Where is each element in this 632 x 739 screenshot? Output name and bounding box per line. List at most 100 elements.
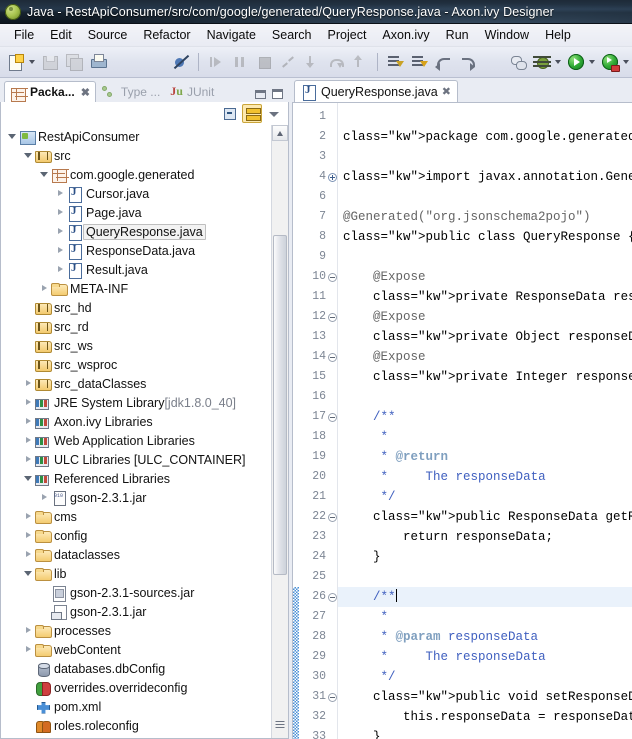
code-line[interactable]: /** [343, 407, 632, 427]
tree-item[interactable]: Cursor.java [1, 184, 271, 203]
tree-item[interactable]: ResponseData.java [1, 241, 271, 260]
external-tools-dropdown-arrow[interactable] [623, 60, 629, 64]
tab-type-hierarchy[interactable]: Type ... [96, 81, 165, 102]
tree-item[interactable]: gson-2.3.1-sources.jar [1, 583, 271, 602]
fold-collapse-icon[interactable] [327, 267, 337, 287]
step-into-button[interactable] [301, 51, 323, 73]
tree-item[interactable]: META-INF [1, 279, 271, 298]
view-menu-button[interactable] [264, 104, 284, 123]
tree-item[interactable]: overrides.overrideconfig [1, 678, 271, 697]
chevron-down-icon[interactable] [21, 476, 35, 481]
code-line[interactable]: class="kw">private ResponseData response… [343, 287, 632, 307]
resume-button[interactable] [205, 51, 227, 73]
chevron-right-icon[interactable] [37, 285, 51, 292]
menu-source[interactable]: Source [80, 25, 136, 45]
link-with-editor-button[interactable] [242, 104, 262, 123]
fold-collapse-icon[interactable] [327, 587, 337, 607]
chevron-right-icon[interactable] [21, 399, 35, 406]
menu-file[interactable]: File [6, 25, 42, 45]
code-line[interactable]: */ [343, 487, 632, 507]
editor-tab-close-icon[interactable]: ✖ [442, 85, 451, 98]
terminate-button[interactable] [253, 51, 275, 73]
tree-item[interactable]: JRE System Library [jdk1.8.0_40] [1, 393, 271, 412]
previous-annotation-button[interactable] [408, 51, 430, 73]
code-line[interactable]: * The responseData [343, 647, 632, 667]
menu-help[interactable]: Help [537, 25, 579, 45]
tab-package-explorer-close-icon[interactable]: ✖ [81, 86, 90, 99]
tree-item[interactable]: ULC Libraries [ULC_CONTAINER] [1, 450, 271, 469]
chevron-right-icon[interactable] [53, 228, 67, 235]
tree-item[interactable]: gson-2.3.1.jar [1, 602, 271, 621]
code-line[interactable]: * [343, 607, 632, 627]
code-line[interactable]: */ [343, 667, 632, 687]
code-line[interactable] [343, 247, 632, 267]
new-file-button[interactable] [5, 51, 27, 73]
tree-item[interactable]: src_rd [1, 317, 271, 336]
fold-expand-icon[interactable] [327, 167, 337, 187]
fold-collapse-icon[interactable] [327, 687, 337, 707]
tree-item[interactable]: Page.java [1, 203, 271, 222]
tree-item[interactable]: Referenced Libraries [1, 469, 271, 488]
skip-breakpoints-button[interactable] [170, 51, 192, 73]
chevron-down-icon[interactable] [37, 172, 51, 177]
print-button[interactable] [87, 51, 109, 73]
tree-item[interactable]: Web Application Libraries [1, 431, 271, 450]
code-line[interactable]: * The responseData [343, 467, 632, 487]
tree-item[interactable]: src_ws [1, 336, 271, 355]
package-explorer-tree[interactable]: RestApiConsumer src com.google.generated Cu… [1, 125, 271, 738]
code-line[interactable]: class="kw">package com.google.generated; [343, 127, 632, 147]
forward-button[interactable] [456, 51, 478, 73]
chevron-right-icon[interactable] [21, 551, 35, 558]
code-line[interactable]: * @param responseData [343, 627, 632, 647]
source-code-text[interactable]: class="kw">package com.google.generated;… [338, 103, 632, 739]
menu-refactor[interactable]: Refactor [135, 25, 198, 45]
code-line[interactable]: @Generated("org.jsonschema2pojo") [343, 207, 632, 227]
next-annotation-button[interactable] [384, 51, 406, 73]
tree-item[interactable]: Result.java [1, 260, 271, 279]
tree-item[interactable]: databases.dbConfig [1, 659, 271, 678]
fold-collapse-icon[interactable] [327, 307, 337, 327]
code-line[interactable]: } [343, 547, 632, 567]
chevron-right-icon[interactable] [53, 247, 67, 254]
java-source-editor[interactable]: 1 2 3 4 6 7 8 9 10 11 12 13 14 15 16 17 18 19 20 21 22 23 24 25… [292, 102, 632, 739]
suspend-button[interactable] [229, 51, 251, 73]
tree-item[interactable]: src_dataClasses [1, 374, 271, 393]
minimize-view-icon[interactable] [255, 89, 266, 99]
tab-package-explorer[interactable]: Packa... ✖ [4, 81, 96, 102]
tree-item[interactable]: lib [1, 564, 271, 583]
tree-item[interactable]: dataclasses [1, 545, 271, 564]
code-line[interactable]: * @return [343, 447, 632, 467]
code-line[interactable]: @Expose [343, 307, 632, 327]
chevron-right-icon[interactable] [21, 418, 35, 425]
tree-item[interactable]: config [1, 526, 271, 545]
save-all-button[interactable] [63, 51, 85, 73]
code-line[interactable]: @Expose [343, 347, 632, 367]
tree-item[interactable]: testusers.userconfig [1, 735, 271, 738]
code-line[interactable]: @Expose [343, 267, 632, 287]
fold-collapse-icon[interactable] [327, 347, 337, 367]
chevron-right-icon[interactable] [21, 627, 35, 634]
tree-item[interactable]: com.google.generated [1, 165, 271, 184]
chevron-down-icon[interactable] [21, 571, 35, 576]
tree-item[interactable]: processes [1, 621, 271, 640]
code-line[interactable]: class="kw">public class QueryResponse { [343, 227, 632, 247]
debug-button[interactable] [531, 51, 553, 73]
chevron-right-icon[interactable] [53, 266, 67, 273]
step-over-button[interactable] [325, 51, 347, 73]
tree-item[interactable]: Axon.ivy Libraries [1, 412, 271, 431]
editor-tab-queryresponse[interactable]: QueryResponse.java ✖ [294, 80, 458, 102]
tree-item[interactable]: cms [1, 507, 271, 526]
run-button[interactable] [565, 51, 587, 73]
folding-ruler[interactable] [327, 103, 338, 739]
code-line[interactable] [343, 567, 632, 587]
code-line[interactable]: /** [338, 587, 632, 607]
menu-axon-ivy[interactable]: Axon.ivy [374, 25, 437, 45]
code-line[interactable] [343, 147, 632, 167]
code-line[interactable]: class="kw">private Object responseDetail… [343, 327, 632, 347]
chevron-down-icon[interactable] [21, 153, 35, 158]
code-line[interactable]: class="kw">private Integer responseStatu… [343, 367, 632, 387]
menu-search[interactable]: Search [264, 25, 320, 45]
tree-item[interactable]: webContent [1, 640, 271, 659]
tree-item[interactable]: src_wsproc [1, 355, 271, 374]
code-line[interactable] [343, 387, 632, 407]
